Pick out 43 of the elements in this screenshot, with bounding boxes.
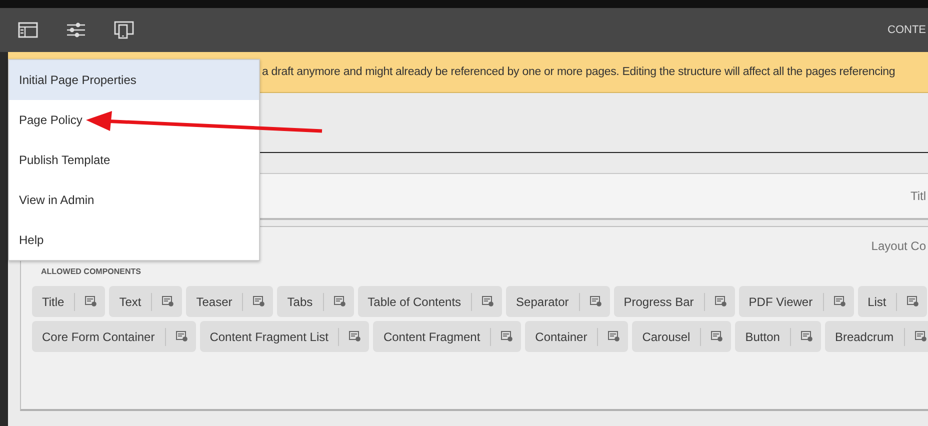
component-chip[interactable]: Table of Contents [358,286,502,317]
policy-icon[interactable] [162,296,174,307]
layout-container-panel[interactable] [20,226,928,411]
policy-icon[interactable] [590,296,602,307]
policy-icon[interactable] [482,296,494,307]
menu-item[interactable]: Publish Template [9,140,259,180]
component-chip[interactable]: Tabs [277,286,354,317]
policy-icon[interactable] [501,331,514,342]
component-chip[interactable]: Text [109,286,182,317]
component-chip[interactable]: Carousel [632,321,732,352]
component-chip[interactable]: Core Form Container [32,321,196,352]
component-label: Layout Co [871,239,926,253]
menu-item[interactable]: Help [9,220,259,260]
menu-item[interactable]: Page Policy [9,100,259,140]
component-chip[interactable]: Content Fragment List [200,321,370,352]
policy-icon[interactable] [834,296,846,307]
toolbar-label: CONTE [888,24,926,36]
component-chip[interactable]: Breadcrum [824,321,928,352]
component-chip[interactable]: PDF Viewer [738,286,854,317]
allowed-components-heading: ALLOWED COMPONENTS [41,267,141,276]
policy-icon[interactable] [608,331,620,342]
component-chip[interactable]: Container [525,321,628,352]
policy-icon[interactable] [349,331,362,342]
component-label: Titl [910,189,926,203]
component-chip[interactable]: Button [735,321,821,352]
component-chip[interactable]: Title [32,286,106,317]
component-chip[interactable]: Content Fragment [373,321,522,352]
component-chip[interactable]: List [858,286,928,317]
policy-icon[interactable] [914,331,927,342]
policy-icon[interactable] [907,296,920,307]
component-chip[interactable]: Separator [506,286,610,317]
component-chip[interactable]: Progress Bar [614,286,735,317]
policy-icon[interactable] [253,296,266,307]
menu-item[interactable]: View in Admin [9,180,259,220]
policy-icon[interactable] [176,331,188,342]
policy-icon[interactable] [334,296,346,307]
policy-icon[interactable] [711,331,724,342]
policy-icon[interactable] [85,296,98,307]
policy-icon[interactable] [714,296,727,307]
component-chip[interactable]: Teaser [186,286,274,317]
policy-icon[interactable] [800,331,813,342]
menu-item[interactable]: Initial Page Properties [9,60,259,100]
warning-text: a draft anymore and might already be referenced by one or more pages. Editing the structure will affect all the pages referencing [262,66,896,78]
